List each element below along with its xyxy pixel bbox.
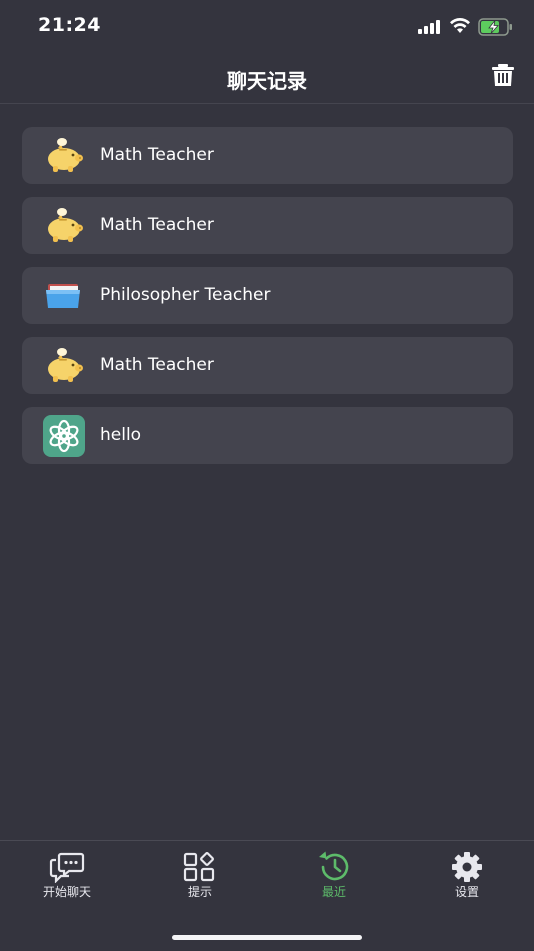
tab-recent[interactable]: 最近 (284, 851, 384, 900)
gear-icon (452, 852, 482, 882)
delete-all-button[interactable] (490, 62, 520, 92)
chat-title: hello (100, 425, 142, 445)
history-clock-icon (319, 851, 349, 881)
chat-bubbles-icon (49, 852, 85, 883)
tab-label: 开始聊天 (42, 885, 91, 899)
tab-label: 最近 (321, 885, 346, 899)
chat-list-item[interactable]: Math Teacher (22, 337, 513, 394)
grid-shapes-icon (183, 852, 215, 882)
battery-charging-icon (478, 18, 512, 36)
piggy-bank-icon (48, 138, 83, 172)
chat-list-item[interactable]: Math Teacher (22, 127, 513, 184)
wifi-icon (450, 17, 470, 33)
tab-prompts[interactable]: 提示 (150, 851, 250, 900)
piggy-bank-icon (48, 208, 83, 242)
status-bar: 21:24 (0, 0, 534, 54)
piggy-bank-icon (48, 348, 83, 382)
cellular-signal-icon (418, 20, 440, 34)
folder-icon (46, 284, 80, 308)
chat-title: Math Teacher (100, 355, 214, 375)
navigation-bar: 聊天记录 (0, 54, 534, 104)
chat-history-list: Math Teacher Math Teacher Philosopher Te… (22, 127, 513, 477)
page-title: 聊天记录 (227, 69, 307, 93)
openai-logo-icon (43, 415, 85, 457)
chat-title: Math Teacher (100, 145, 214, 165)
status-time: 21:24 (38, 14, 101, 36)
tab-label: 提示 (187, 885, 212, 899)
chat-list-item[interactable]: Philosopher Teacher (22, 267, 513, 324)
chat-title: Math Teacher (100, 215, 214, 235)
chat-title: Philosopher Teacher (100, 285, 271, 305)
tab-start-chat[interactable]: 开始聊天 (17, 851, 117, 900)
tab-label: 设置 (454, 885, 479, 899)
home-indicator (172, 935, 362, 940)
trash-icon (492, 64, 514, 86)
chat-list-item[interactable]: Math Teacher (22, 197, 513, 254)
chat-list-item[interactable]: hello (22, 407, 513, 464)
tab-settings[interactable]: 设置 (417, 851, 517, 900)
